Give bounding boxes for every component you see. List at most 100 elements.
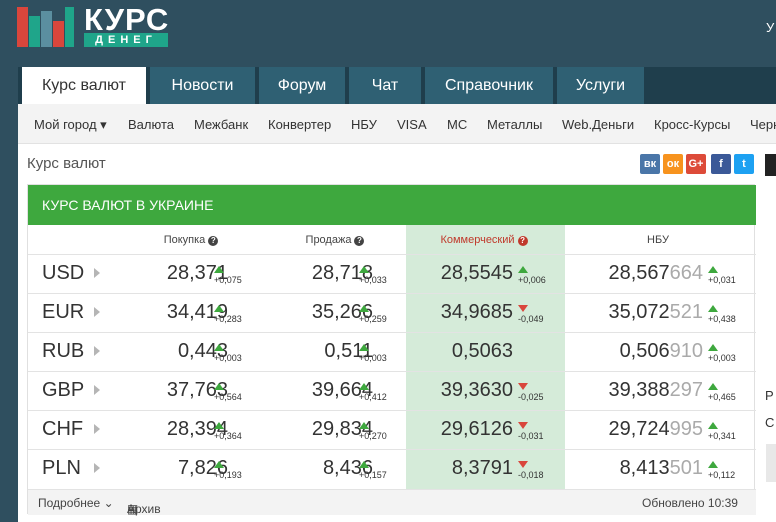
rate-nbu: 35,072521 [608,301,703,324]
tab-reference[interactable]: Справочник [425,67,553,104]
header-corner-text[interactable]: У [766,20,774,35]
tab-services[interactable]: Услуги [557,67,644,104]
currency-code[interactable]: RUB [42,340,84,363]
table-row[interactable]: CHF 28,394 +0,364 29,834 +0,270 29,6126 -0,031… [28,410,756,449]
arrow-up-icon [359,383,369,390]
logo-icon[interactable] [17,7,75,47]
subnav-currency[interactable]: Валюта [128,117,174,132]
subnav-cross-rates[interactable]: Кросс-Курсы [654,117,730,132]
tab-chat[interactable]: Чат [349,67,421,104]
column-header-commercial: Коммерческий? [419,234,549,246]
arrow-up-icon [359,422,369,429]
odnoklassniki-icon[interactable]: ок [663,154,683,174]
updated-time: Обновлено 10:39 [642,496,738,510]
rate-comm: 28,5545 [440,262,513,284]
table-row[interactable]: USD 28,371 +0,075 28,718 +0,033 28,5545 +0,006… [28,254,756,293]
tab-news[interactable]: Новости [150,67,255,104]
column-header-commercial-label: Коммерческий [440,234,515,246]
rate-change-value: -0,031 [518,431,544,441]
rate-change-value: +0,193 [214,470,242,480]
rate-nbu-main: 39,388 [608,379,670,401]
chevron-right-icon[interactable] [94,346,100,356]
calendar-icon: ▦ [127,502,139,516]
rate-nbu-extra-digits: 910 [669,340,703,362]
rate-nbu: 29,724995 [608,418,703,441]
rate-change-value: +0,157 [359,470,387,480]
rate-change-value: +0,003 [214,353,242,363]
currency-code[interactable]: CHF [42,418,83,441]
logo-bar [53,21,64,47]
right-sidebar-fragment: С [765,415,775,430]
currency-code[interactable]: USD [42,262,84,285]
rate-nbu-main: 8,413 [619,457,670,479]
arrow-down-icon [518,305,528,312]
logo-subtitle[interactable]: ДЕНЕГ [84,33,168,47]
subnav-metals[interactable]: Металлы [487,117,542,132]
arrow-up-icon [518,266,528,273]
rate-nbu-main: 28,567 [608,262,670,284]
column-header-sell: Продажа? [280,234,390,246]
chevron-right-icon[interactable] [94,385,100,395]
help-icon[interactable]: ? [208,236,219,246]
rate-change-value: +0,412 [359,392,387,402]
arrow-up-icon [708,266,718,273]
chevron-right-icon[interactable] [94,424,100,434]
subnav-webmoney[interactable]: Web.Деньги [562,117,634,132]
side-widget-edge [765,154,776,176]
table-row[interactable]: RUB 0,443 +0,003 0,511 +0,003 0,5063 0,506910 +… [28,332,756,371]
google-plus-icon[interactable]: G+ [686,154,706,174]
facebook-icon[interactable]: f [711,154,731,174]
column-header-buy: Покупка? [136,234,246,246]
page-title: Курс валют [27,155,106,172]
currency-code[interactable]: GBP [42,379,84,402]
rate-change-value: +0,031 [708,275,736,285]
currency-code[interactable]: EUR [42,301,84,324]
arrow-up-icon [214,305,224,312]
vk-icon[interactable]: вк [640,154,660,174]
chevron-right-icon[interactable] [94,463,100,473]
table-row[interactable]: PLN 7,826 +0,193 8,436 +0,157 8,3791 -0,018 8,4… [28,449,756,488]
sub-navigation: Мой город ▾ Валюта Межбанк Конвертер НБУ… [18,104,776,144]
subnav-mc[interactable]: MC [447,117,467,132]
subnav-nbu[interactable]: НБУ [351,117,377,132]
arrow-up-icon [359,344,369,351]
twitter-icon[interactable]: t [734,154,754,174]
column-header-nbu: НБУ [628,234,688,246]
arrow-up-icon [214,422,224,429]
subnav-converter[interactable]: Конвертер [268,117,331,132]
table-row[interactable]: GBP 37,763 +0,564 39,664 +0,412 39,3630 -0,025… [28,371,756,410]
subnav-interbank[interactable]: Межбанк [194,117,248,132]
subnav-more[interactable]: Черн [750,117,776,132]
subnav-visa[interactable]: VISA [397,117,427,132]
chevron-right-icon[interactable] [94,268,100,278]
help-icon[interactable]: ? [517,236,528,246]
rates-heading: КУРС ВАЛЮТ В УКРАИНЕ [28,185,756,225]
arrow-up-icon [708,344,718,351]
subnav-my-city[interactable]: Мой город ▾ [34,117,107,133]
logo-bar [41,11,52,47]
main-content: Мой город ▾ Валюта Межбанк Конвертер НБУ… [18,104,776,522]
rate-comm: 0,5063 [451,340,513,362]
arrow-down-icon [518,461,528,468]
rate-change-value: -0,025 [518,392,544,402]
right-sidebar-fragment: Р [765,388,774,403]
tab-currency-rates[interactable]: Курс валют [22,67,146,104]
table-row[interactable]: EUR 34,419 +0,283 35,266 +0,259 34,9685 -0,049… [28,293,756,332]
more-link[interactable]: Подробнее ⌄ [38,496,114,510]
currency-code[interactable]: PLN [42,457,81,480]
tab-forum[interactable]: Форум [259,67,345,104]
column-header-sell-label: Продажа [305,234,352,246]
arrow-up-icon [708,305,718,312]
rate-comm: 34,9685 [440,301,513,323]
help-icon[interactable]: ? [354,236,365,246]
arrow-up-icon [214,344,224,351]
rate-change-value: +0,003 [708,353,736,363]
rate-change-value: +0,283 [214,314,242,324]
chevron-right-icon[interactable] [94,307,100,317]
rate-change-value: +0,465 [708,392,736,402]
rate-comm: 39,3630 [440,379,513,401]
arrow-up-icon [708,422,718,429]
rates-panel: КУРС ВАЛЮТ В УКРАИНЕ Покупка? Продажа? К… [27,184,756,516]
rate-change-value: +0,259 [359,314,387,324]
rate-nbu-extra-digits: 521 [669,301,703,323]
